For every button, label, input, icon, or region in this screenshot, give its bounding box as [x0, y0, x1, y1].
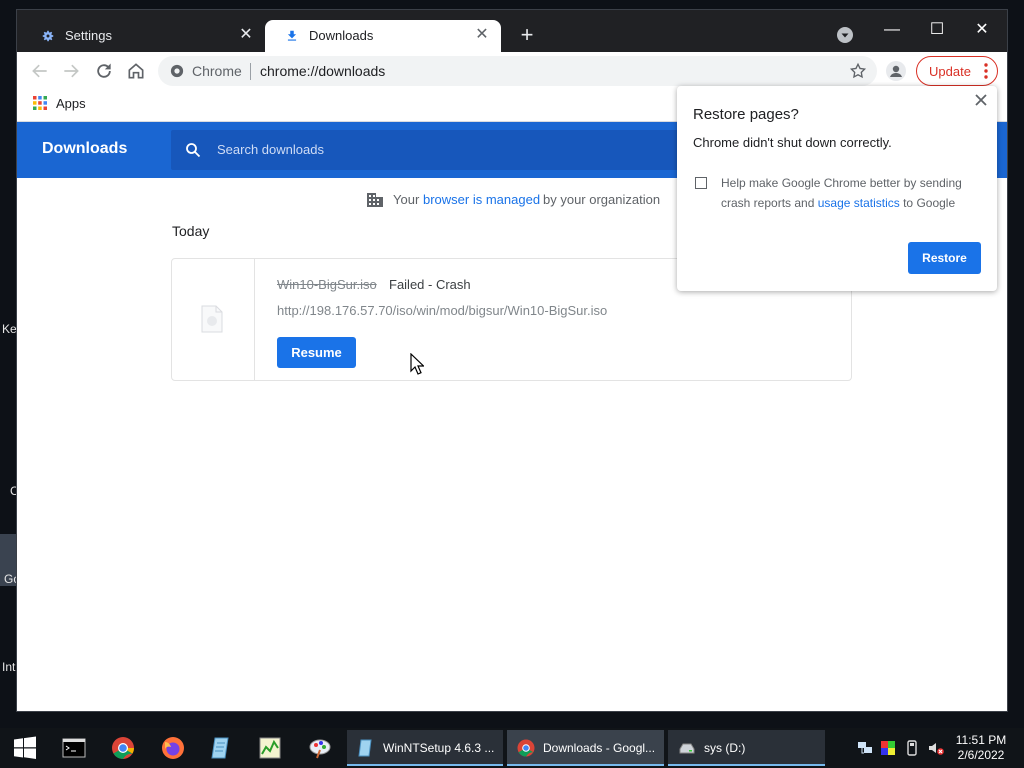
mouse-cursor-icon	[410, 353, 424, 375]
tab-downloads-close-icon[interactable]: ✕	[473, 26, 491, 44]
reload-icon[interactable]	[94, 61, 114, 81]
back-icon[interactable]	[30, 61, 50, 81]
volume-muted-icon[interactable]	[928, 740, 944, 756]
download-icon	[287, 30, 297, 41]
taskbar-label: sys (D:)	[704, 741, 746, 755]
restore-button[interactable]: Restore	[908, 242, 981, 274]
address-url[interactable]: chrome://downloads	[260, 63, 385, 79]
resume-button[interactable]: Resume	[277, 337, 356, 368]
tab-downloads[interactable]: Downloads ✕	[265, 20, 501, 52]
file-icon	[201, 305, 223, 333]
page-title: Downloads	[42, 140, 128, 157]
tab-downloads-title: Downloads	[309, 28, 374, 43]
search-icon	[186, 143, 201, 158]
address-divider	[250, 63, 251, 80]
windows-start-icon[interactable]	[13, 736, 37, 760]
system-clock[interactable]: 11:51 PM 2/6/2022	[952, 733, 1010, 763]
drive-icon	[679, 743, 695, 754]
title-bar: Settings ✕ Downloads ✕ + — ☐ ✕	[17, 10, 1007, 52]
managed-suffix: by your organization	[543, 192, 661, 207]
command-prompt-icon[interactable]	[62, 736, 86, 760]
chrome-icon[interactable]	[111, 736, 135, 760]
restore-pages-dialog: Restore pages? Chrome didn't shut down c…	[677, 86, 997, 291]
managed-prefix: Your	[393, 192, 420, 207]
taskbar-label: WinNTSetup 4.6.3 ...	[383, 741, 495, 755]
usb-device-icon[interactable]	[904, 740, 920, 756]
notepad-icon[interactable]	[209, 736, 233, 760]
update-label: Update	[929, 64, 971, 79]
tab-search-icon[interactable]	[837, 27, 853, 43]
clock-time: 11:51 PM	[955, 733, 1007, 747]
search-placeholder: Search downloads	[217, 142, 324, 157]
apps-grid-icon[interactable]	[33, 96, 47, 110]
download-filename[interactable]: Win10-BigSur.iso	[277, 277, 377, 292]
home-icon[interactable]	[126, 61, 146, 81]
person-icon	[890, 65, 902, 77]
managed-link[interactable]: browser is managed	[423, 192, 540, 207]
browser-window: Settings ✕ Downloads ✕ + — ☐ ✕ Chrome ch…	[17, 10, 1007, 711]
dialog-message: Chrome didn't shut down correctly.	[693, 135, 892, 150]
update-button[interactable]: Update	[916, 56, 998, 86]
network-icon[interactable]	[857, 740, 873, 756]
address-bar[interactable]: Chrome chrome://downloads	[158, 56, 877, 86]
taskbar-label: Downloads - Googl...	[543, 741, 656, 755]
maximize-button[interactable]: ☐	[914, 16, 960, 44]
tab-settings-title: Settings	[65, 28, 112, 43]
winntsetup-icon	[358, 739, 372, 757]
apps-link[interactable]: Apps	[56, 96, 86, 111]
color-display-icon[interactable]	[880, 740, 896, 756]
close-icon[interactable]	[973, 92, 989, 108]
menu-dots-icon[interactable]	[984, 63, 988, 79]
tab-settings[interactable]: Settings ✕	[21, 20, 265, 52]
building-icon	[367, 193, 383, 207]
download-icon-box	[172, 259, 255, 380]
chrome-page-icon	[170, 64, 184, 78]
toolbar: Chrome chrome://downloads Update	[17, 52, 1007, 90]
close-window-button[interactable]: ✕	[959, 16, 1005, 44]
download-url[interactable]: http://198.176.57.70/iso/win/mod/bigsur/…	[277, 303, 607, 318]
option-suffix: to Google	[899, 196, 956, 210]
profile-avatar[interactable]	[886, 61, 906, 81]
forward-icon[interactable]	[61, 61, 81, 81]
address-chip: Chrome	[192, 63, 242, 79]
crash-report-checkbox[interactable]	[695, 177, 707, 189]
minimize-button[interactable]: —	[869, 16, 915, 44]
chrome-icon	[517, 739, 535, 757]
tab-settings-close-icon[interactable]: ✕	[237, 26, 255, 44]
section-today: Today	[172, 223, 210, 239]
crash-report-label: Help make Google Chrome better by sendin…	[721, 173, 983, 213]
star-icon[interactable]	[849, 62, 867, 80]
search-input[interactable]: Search downloads	[171, 130, 731, 170]
dialog-title: Restore pages?	[693, 106, 799, 123]
gear-icon	[42, 30, 54, 42]
clock-date: 2/6/2022	[957, 748, 1005, 762]
download-status: Failed - Crash	[389, 277, 471, 292]
task-manager-icon[interactable]	[258, 736, 282, 760]
taskbar-winntsetup[interactable]: WinNTSetup 4.6.3 ...	[347, 730, 503, 766]
taskbar: WinNTSetup 4.6.3 ... Downloads - Googl..…	[0, 728, 1024, 768]
new-tab-button[interactable]: +	[516, 24, 538, 46]
taskbar-explorer-drive[interactable]: sys (D:)	[668, 730, 825, 766]
paint-icon[interactable]	[308, 736, 332, 760]
desktop-label-4: Int	[2, 660, 16, 674]
usage-statistics-link[interactable]: usage statistics	[818, 196, 900, 210]
taskbar-chrome-downloads[interactable]: Downloads - Googl...	[507, 730, 664, 766]
firefox-icon[interactable]	[161, 736, 185, 760]
